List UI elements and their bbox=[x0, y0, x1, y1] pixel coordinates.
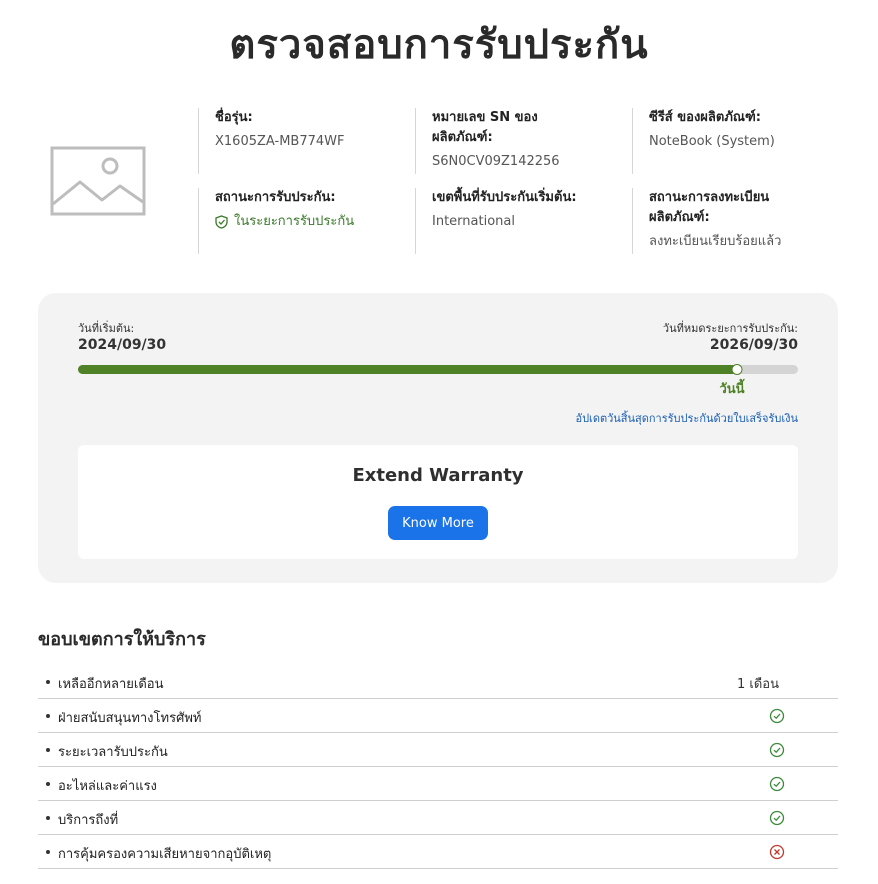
service-name: บริการถึงที่ bbox=[58, 813, 119, 828]
warranty-check-page: ตรวจสอบการรับประกัน ชื่อรุ่น: X1605ZA-MB… bbox=[0, 0, 878, 884]
region-cell: เขตพื้นที่รับประกันเริ่มต้น: Internation… bbox=[415, 188, 632, 254]
service-row: ระยะเวลารับประกัน bbox=[38, 733, 838, 767]
series-label: ซีรีส์ ของผลิตภัณฑ์: bbox=[649, 110, 761, 125]
sn-label: หมายเลข SN ของผลิตภัณฑ์: bbox=[432, 110, 538, 145]
warranty-status-cell: สถานะการรับประกัน: ในระยะการรับประกัน bbox=[198, 188, 415, 254]
service-name: อะไหล่และค่าแรง bbox=[58, 779, 157, 794]
service-scope-title: ขอบเขตการให้บริการ bbox=[38, 629, 206, 650]
extend-warranty-title: Extend Warranty bbox=[352, 465, 524, 486]
series-cell: ซีรีส์ ของผลิตภัณฑ์: NoteBook (System) bbox=[632, 108, 838, 174]
service-row: เหลืออีกหลายเดือน 1 เดือน bbox=[38, 665, 838, 699]
service-row: อะไหล่และค่าแรง bbox=[38, 767, 838, 801]
check-circle-icon bbox=[769, 742, 785, 758]
series-value: NoteBook (System) bbox=[649, 134, 775, 149]
page-title: ตรวจสอบการรับประกัน bbox=[229, 22, 649, 68]
warranty-progress-bar bbox=[78, 364, 798, 375]
x-circle-icon bbox=[769, 844, 785, 860]
model-value: X1605ZA-MB774WF bbox=[215, 134, 345, 149]
service-scope-list: เหลืออีกหลายเดือน 1 เดือน ฝ่ายสนับสนุนทา… bbox=[38, 665, 838, 869]
bullet bbox=[46, 782, 50, 786]
warranty-status: ในระยะการรับประกัน bbox=[215, 212, 415, 232]
service-row: บริการถึงที่ bbox=[38, 801, 838, 835]
bullet bbox=[46, 816, 50, 820]
end-date-value: 2026/09/30 bbox=[709, 337, 798, 353]
update-warranty-link[interactable]: อัปเดตวันสิ้นสุดการรับประกันด้วยใบเสร็จร… bbox=[575, 409, 798, 427]
registration-cell: สถานะการลงทะเบียนผลิตภัณฑ์: ลงทะเบียนเรี… bbox=[632, 188, 838, 254]
service-row: การคุ้มครองความเสียหายจากอุบัติเหตุ bbox=[38, 835, 838, 869]
model-cell: ชื่อรุ่น: X1605ZA-MB774WF bbox=[198, 108, 415, 174]
service-name: เหลืออีกหลายเดือน bbox=[58, 677, 164, 692]
shield-check-icon bbox=[215, 215, 228, 229]
warranty-period-panel: วันที่เริ่มต้น: วันที่หมดระยะการรับประกั… bbox=[38, 293, 838, 583]
sn-cell: หมายเลข SN ของผลิตภัณฑ์: S6N0CV09Z142256 bbox=[415, 108, 632, 174]
warranty-status-label: สถานะการรับประกัน: bbox=[215, 190, 336, 205]
model-label: ชื่อรุ่น: bbox=[215, 110, 253, 125]
check-circle-icon bbox=[769, 810, 785, 826]
today-label: วันนี้ bbox=[719, 382, 745, 397]
today-marker bbox=[731, 364, 743, 375]
bullet bbox=[46, 748, 50, 752]
bullet bbox=[46, 680, 50, 684]
region-value: International bbox=[432, 214, 515, 229]
warranty-progress-fill bbox=[78, 365, 737, 374]
service-row: ฝ่ายสนับสนุนทางโทรศัพท์ bbox=[38, 699, 838, 733]
start-date-value: 2024/09/30 bbox=[78, 337, 167, 353]
bullet bbox=[46, 714, 50, 718]
bullet bbox=[46, 850, 50, 854]
service-status-text: 1 เดือน bbox=[737, 677, 779, 692]
check-circle-icon bbox=[769, 776, 785, 792]
service-name: ระยะเวลารับประกัน bbox=[58, 745, 168, 760]
registration-value: ลงทะเบียนเรียบร้อยแล้ว bbox=[649, 234, 782, 249]
region-label: เขตพื้นที่รับประกันเริ่มต้น: bbox=[432, 190, 577, 205]
image-placeholder-icon bbox=[50, 146, 146, 216]
sn-value: S6N0CV09Z142256 bbox=[432, 154, 560, 169]
service-name: ฝ่ายสนับสนุนทางโทรศัพท์ bbox=[58, 711, 202, 726]
warranty-status-value: ในระยะการรับประกัน bbox=[234, 214, 355, 229]
registration-label: สถานะการลงทะเบียนผลิตภัณฑ์: bbox=[649, 190, 770, 225]
product-info-grid: ชื่อรุ่น: X1605ZA-MB774WF หมายเลข SN ของ… bbox=[198, 108, 838, 254]
service-name: การคุ้มครองความเสียหายจากอุบัติเหตุ bbox=[58, 847, 272, 862]
extend-warranty-card: Extend Warranty Know More bbox=[78, 445, 798, 559]
know-more-button[interactable]: Know More bbox=[388, 506, 488, 540]
start-date-label: วันที่เริ่มต้น: bbox=[78, 322, 135, 335]
end-date-label: วันที่หมดระยะการรับประกัน: bbox=[662, 322, 798, 335]
check-circle-icon bbox=[769, 708, 785, 724]
